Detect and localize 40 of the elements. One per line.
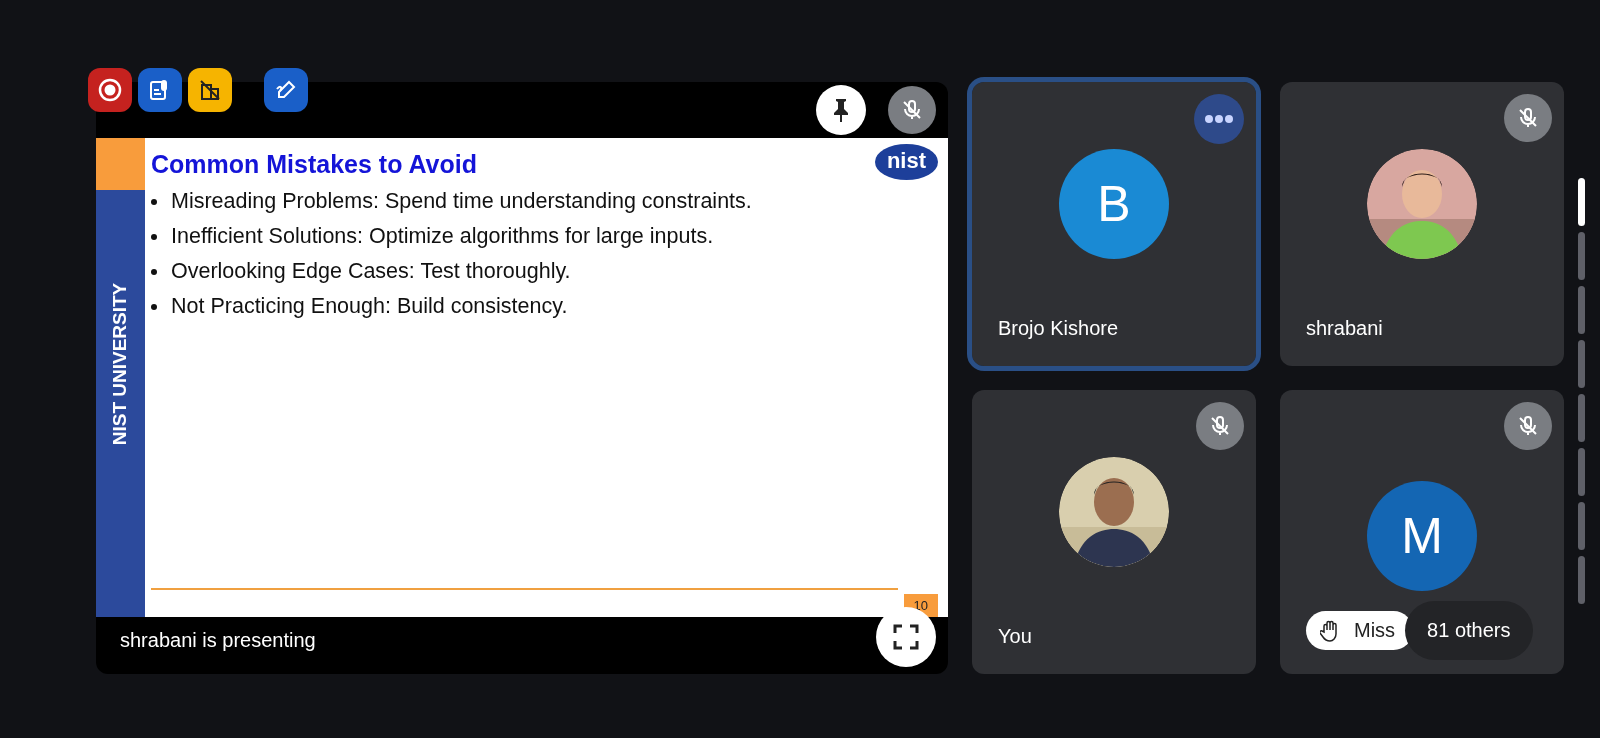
no-grid-button[interactable] bbox=[188, 68, 232, 112]
accent-block bbox=[96, 138, 145, 190]
bullet-icon bbox=[151, 233, 157, 240]
bullet-icon bbox=[151, 303, 157, 310]
side-label: NIST UNIVERSITY bbox=[109, 282, 132, 445]
page-indicator[interactable] bbox=[1578, 340, 1585, 388]
page-indicator[interactable] bbox=[1578, 232, 1585, 280]
record-icon bbox=[97, 77, 123, 103]
page-indicator[interactable] bbox=[1578, 556, 1585, 604]
transcript-button[interactable] bbox=[138, 68, 182, 112]
page-indicator[interactable] bbox=[1578, 394, 1585, 442]
participant-name: Brojo Kishore bbox=[997, 317, 1120, 341]
participant-name: You bbox=[997, 625, 1033, 649]
participant-tile[interactable]: M Miss 81 others bbox=[1280, 390, 1564, 674]
participant-tile[interactable]: shrabani bbox=[1280, 82, 1564, 366]
participant-tile[interactable]: You bbox=[972, 390, 1256, 674]
bullet-icon bbox=[151, 268, 157, 275]
participant-name: shrabani bbox=[1305, 317, 1384, 341]
page-indicator[interactable] bbox=[1578, 448, 1585, 496]
bullet-icon bbox=[151, 198, 157, 205]
more-icon bbox=[1204, 114, 1234, 124]
annotate-button[interactable] bbox=[264, 68, 308, 112]
avatar: M bbox=[1367, 481, 1477, 591]
bullet-text: Inefficient Solutions: Optimize algorithms for large inputs. bbox=[171, 224, 714, 249]
others-count[interactable]: 81 others bbox=[1405, 601, 1533, 660]
record-button[interactable] bbox=[88, 68, 132, 112]
page-indicator[interactable] bbox=[1578, 286, 1585, 334]
bullet-text: Overlooking Edge Cases: Test thoroughly. bbox=[171, 259, 571, 284]
fullscreen-icon bbox=[892, 622, 920, 651]
bullet-text: Not Practicing Enough: Build consistency. bbox=[171, 294, 568, 319]
bullet-text: Misreading Problems: Spend time understanding constraints. bbox=[171, 189, 752, 214]
hand-icon bbox=[1320, 619, 1340, 642]
more-options-button[interactable] bbox=[1194, 94, 1244, 144]
pin-button[interactable] bbox=[816, 85, 866, 135]
presenter-caption: shrabani is presenting bbox=[120, 629, 316, 652]
page-indicator[interactable] bbox=[1578, 502, 1585, 550]
avatar: B bbox=[1059, 148, 1169, 259]
slide-title: Common Mistakes to Avoid bbox=[151, 148, 477, 179]
page-indicator[interactable] bbox=[1578, 178, 1585, 226]
logo: nist bbox=[874, 144, 938, 180]
